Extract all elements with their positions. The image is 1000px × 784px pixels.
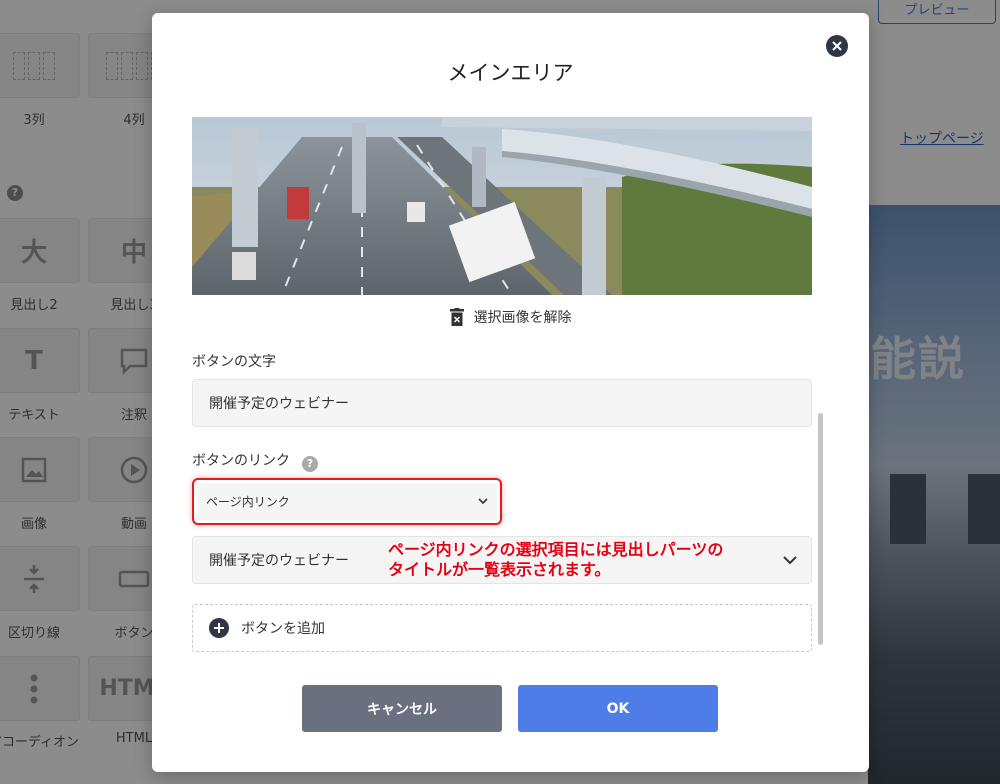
close-button[interactable]	[826, 35, 848, 57]
link-type-value: ページ内リンク	[206, 495, 290, 509]
button-text-label: ボタンの文字	[192, 354, 276, 370]
highway-photo	[192, 117, 812, 295]
button-text-input[interactable]: 開催予定のウェビナー	[192, 379, 812, 427]
link-type-select[interactable]: ページ内リンク	[197, 483, 497, 520]
annotation-line: タイトルが一覧表示されます。	[388, 560, 611, 579]
annotation-line: ページ内リンクの選択項目には見出しパーツの	[388, 540, 724, 559]
ok-button[interactable]: OK	[518, 685, 718, 732]
button-link-label-row: ボタンのリンク?	[192, 450, 318, 472]
chevron-down-icon	[783, 556, 797, 565]
plus-circle-icon	[209, 618, 229, 638]
remove-image-button[interactable]: 選択画像を解除	[152, 307, 869, 327]
add-button[interactable]: ボタンを追加	[192, 604, 812, 652]
add-button-label: ボタンを追加	[241, 621, 325, 637]
trash-icon	[449, 308, 464, 326]
chevron-down-icon	[478, 498, 488, 505]
close-icon	[832, 41, 842, 51]
remove-image-label: 選択画像を解除	[473, 310, 572, 326]
modal-title: メインエリア	[447, 61, 574, 85]
main-area-modal: メインエリア 選択画像を解除 ボタンの文字 開催予定のウェビナー ボタンのリンク…	[152, 13, 869, 772]
cancel-button[interactable]: キャンセル	[302, 685, 502, 732]
button-link-label: ボタンのリンク	[192, 453, 290, 469]
question-icon[interactable]: ?	[302, 456, 318, 472]
annotation-note: ページ内リンクの選択項目には見出しパーツの タイトルが一覧表示されます。	[388, 540, 723, 580]
modal-scrollbar[interactable]	[818, 413, 823, 645]
selected-image	[192, 117, 812, 295]
link-target-value: 開催予定のウェビナー	[209, 553, 349, 569]
link-type-highlight: ページ内リンク	[192, 478, 502, 525]
